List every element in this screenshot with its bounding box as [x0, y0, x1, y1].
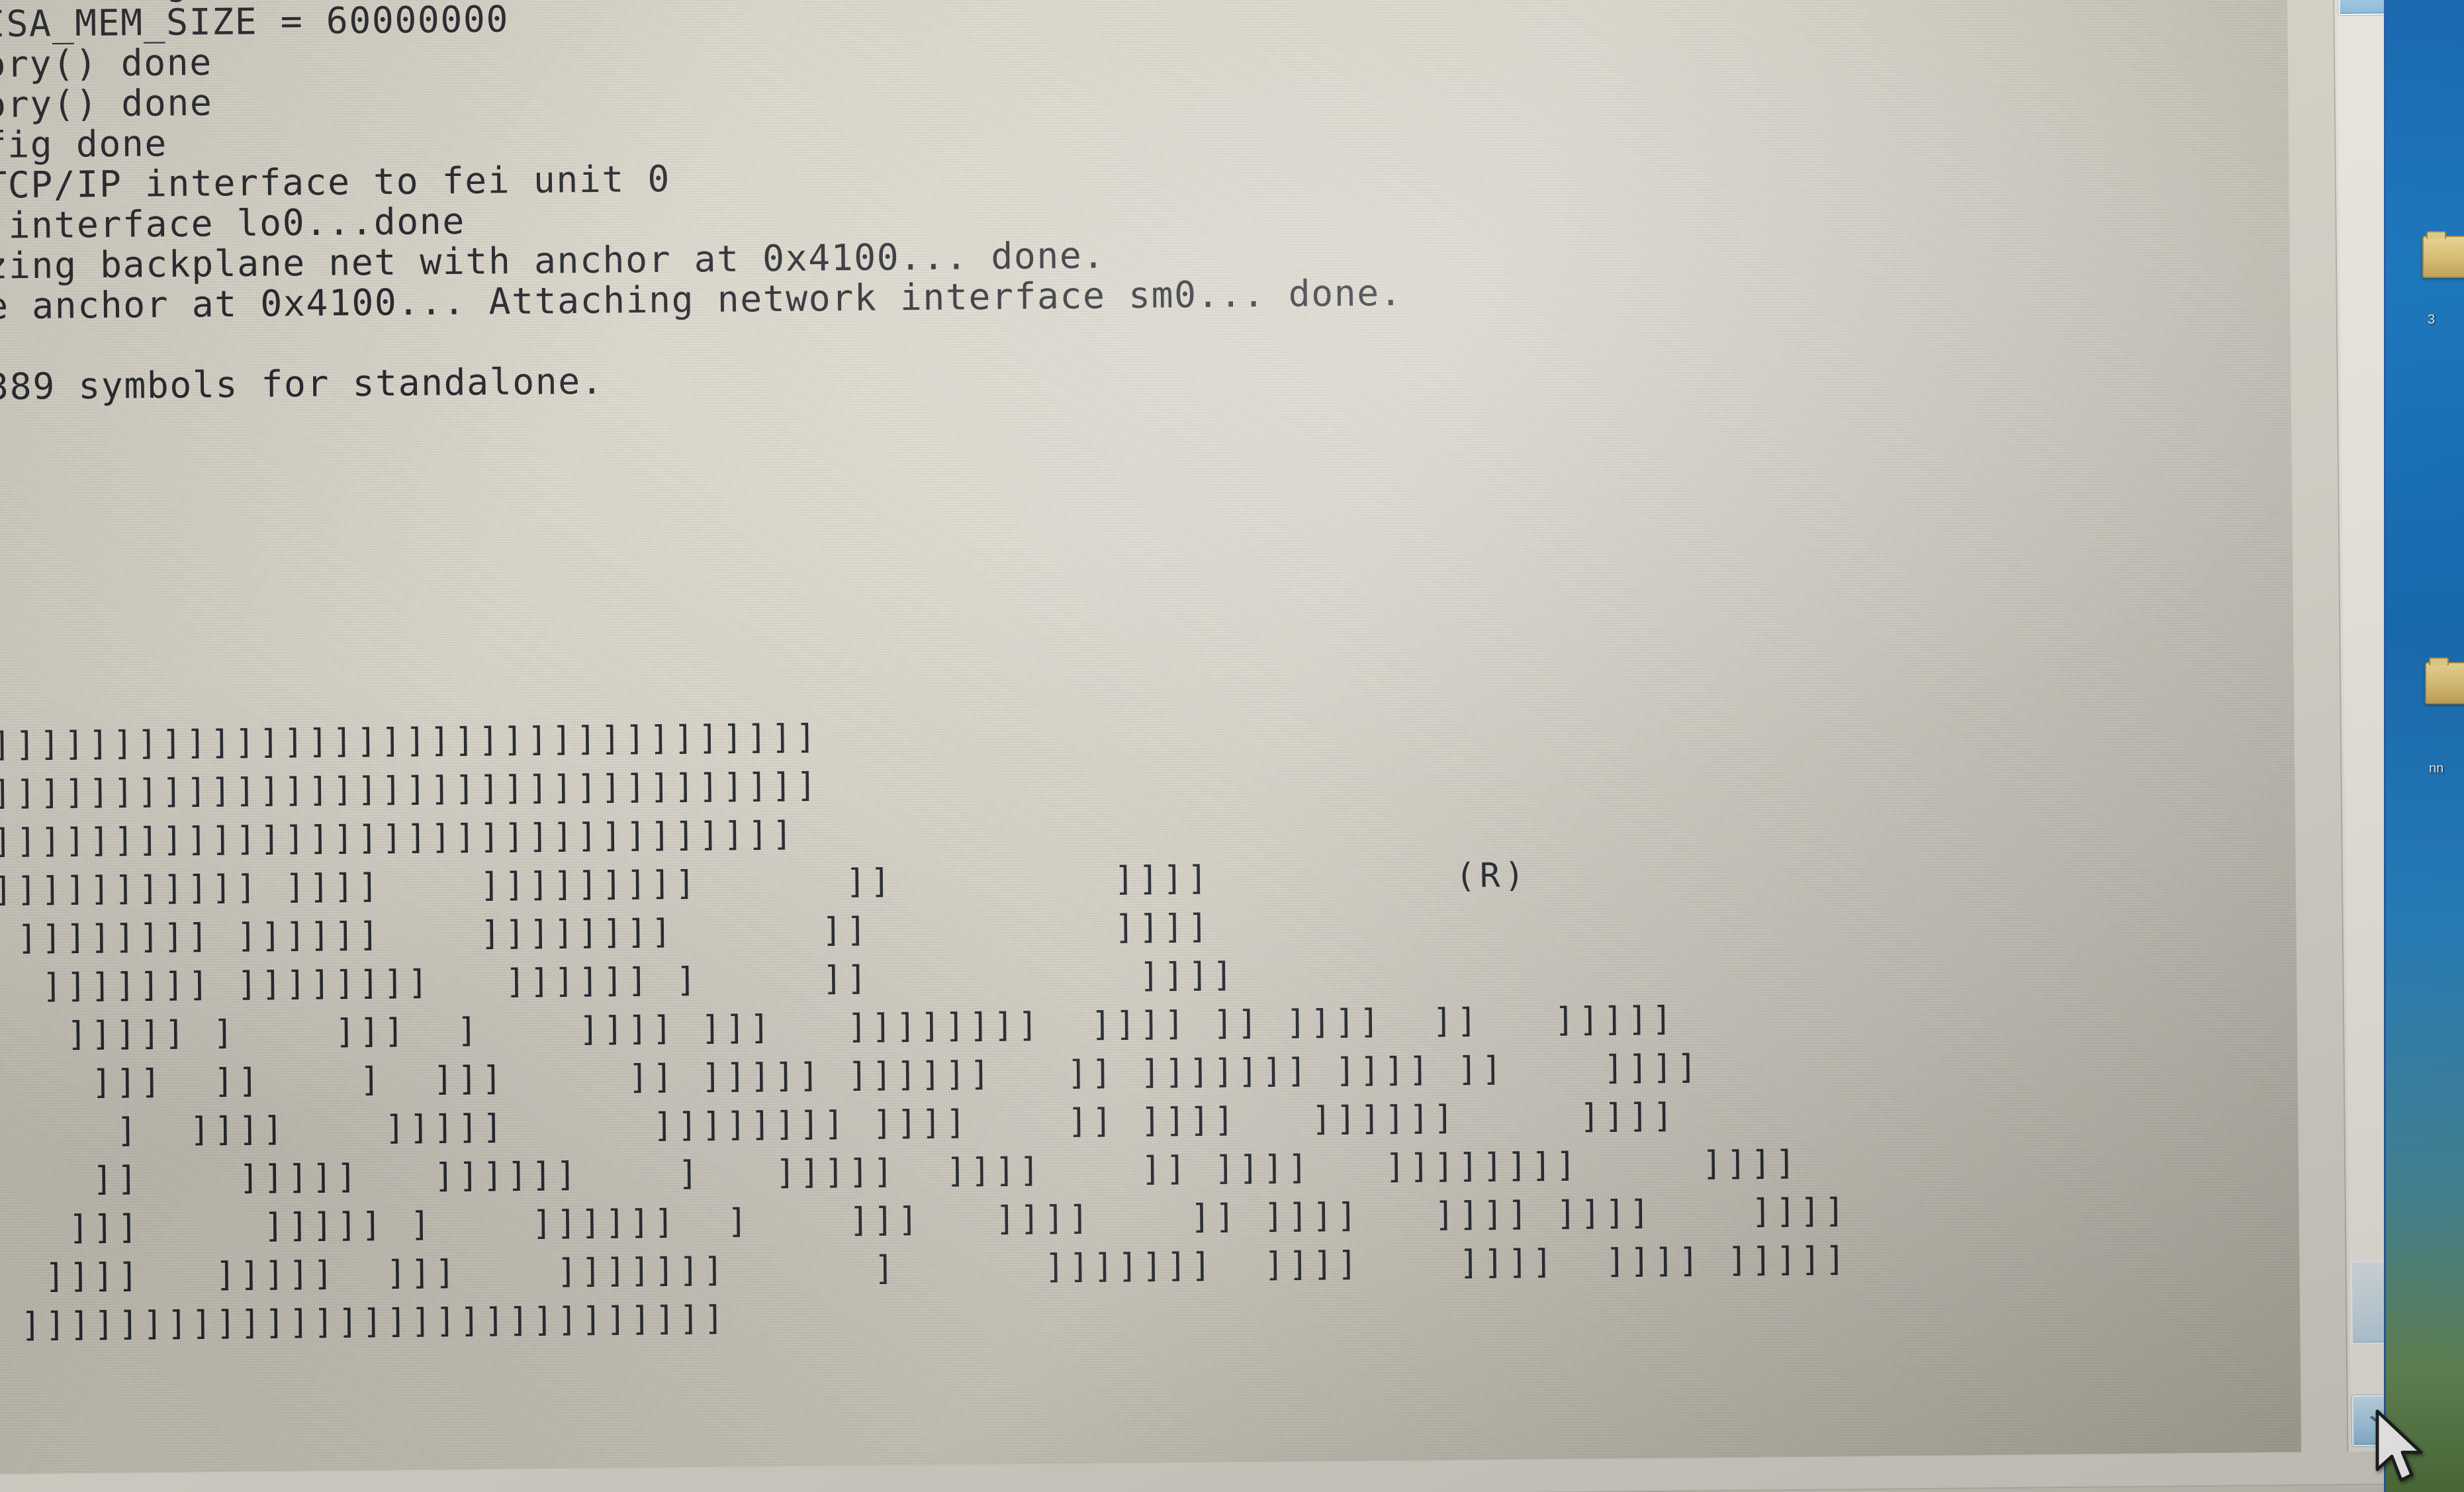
- scrollbar-thumb[interactable]: [2350, 1260, 2384, 1344]
- mouse-cursor: [2373, 1409, 2434, 1488]
- folder-icon[interactable]: [2422, 231, 2464, 278]
- vxworks-ascii-banner: ]]]]]]]]]]]]]]]]]]]]]]]]]]]]]]]]]]]]] ]]…: [0, 717, 1850, 1346]
- status-bar: 0:04 AUTO 2000 8-N-1: [0, 1483, 2384, 1492]
- console-output-area[interactable]: BirPciConfig CI_ISA_MEM_SIZE = 60000000 …: [0, 0, 2302, 1475]
- boot-log-text: BirPciConfig CI_ISA_MEM_SIZE = 60000000 …: [0, 0, 1403, 408]
- desktop-stray-label: 3: [2428, 312, 2436, 327]
- scroll-up-button[interactable]: [2338, 0, 2384, 16]
- vertical-scrollbar[interactable]: [2332, 0, 2384, 1452]
- screenshot-root: 3 nn BirPciConfig CI_ISA_MEM_SIZE = 6000…: [0, 0, 2464, 1492]
- scrollbar-track[interactable]: [2337, 13, 2384, 1395]
- folder-icon[interactable]: [2425, 657, 2464, 704]
- terminal-window[interactable]: BirPciConfig CI_ISA_MEM_SIZE = 60000000 …: [0, 0, 2384, 1492]
- desktop-stray-label: nn: [2429, 761, 2444, 776]
